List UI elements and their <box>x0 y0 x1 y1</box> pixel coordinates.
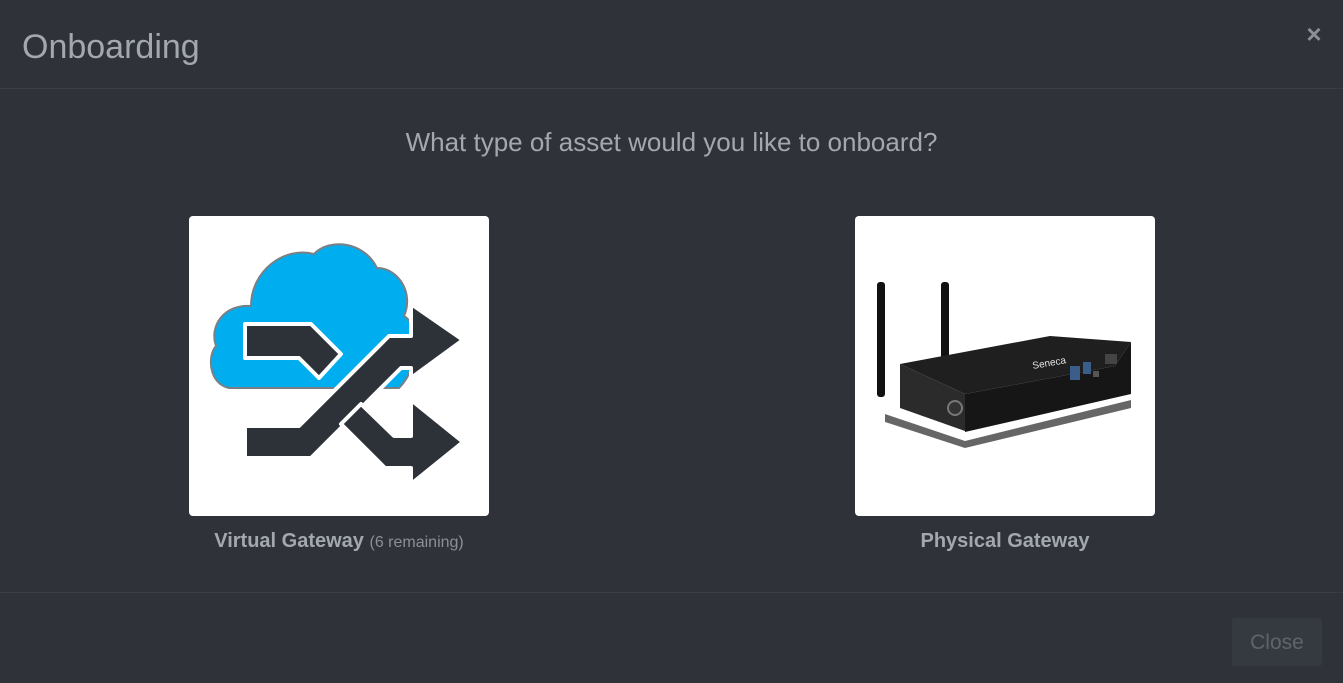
virtual-gateway-option[interactable]: Virtual Gateway (6 remaining) <box>189 216 489 552</box>
modal-header: Onboarding × <box>0 0 1343 89</box>
virtual-gateway-card[interactable] <box>189 216 489 516</box>
virtual-gateway-title: Virtual Gateway <box>214 530 364 552</box>
physical-gateway-card[interactable]: Seneca <box>855 216 1155 516</box>
onboarding-modal: Onboarding × What type of asset would yo… <box>0 0 1343 683</box>
physical-gateway-option[interactable]: Seneca Physical Gateway <box>855 216 1155 552</box>
virtual-gateway-icon <box>209 243 465 486</box>
modal-footer: Close <box>0 592 1343 683</box>
physical-gateway-label[interactable]: Physical Gateway <box>755 530 1255 553</box>
remaining-count: (6 remaining) <box>369 534 464 551</box>
close-button[interactable]: Close <box>1231 617 1323 667</box>
virtual-gateway-label[interactable]: Virtual Gateway (6 remaining) <box>89 530 589 553</box>
close-icon[interactable]: × <box>1305 20 1323 48</box>
onboarding-question: What type of asset would you like to onb… <box>405 127 938 157</box>
modal-title: Onboarding <box>22 28 200 66</box>
physical-gateway-image: Seneca <box>877 282 1131 448</box>
